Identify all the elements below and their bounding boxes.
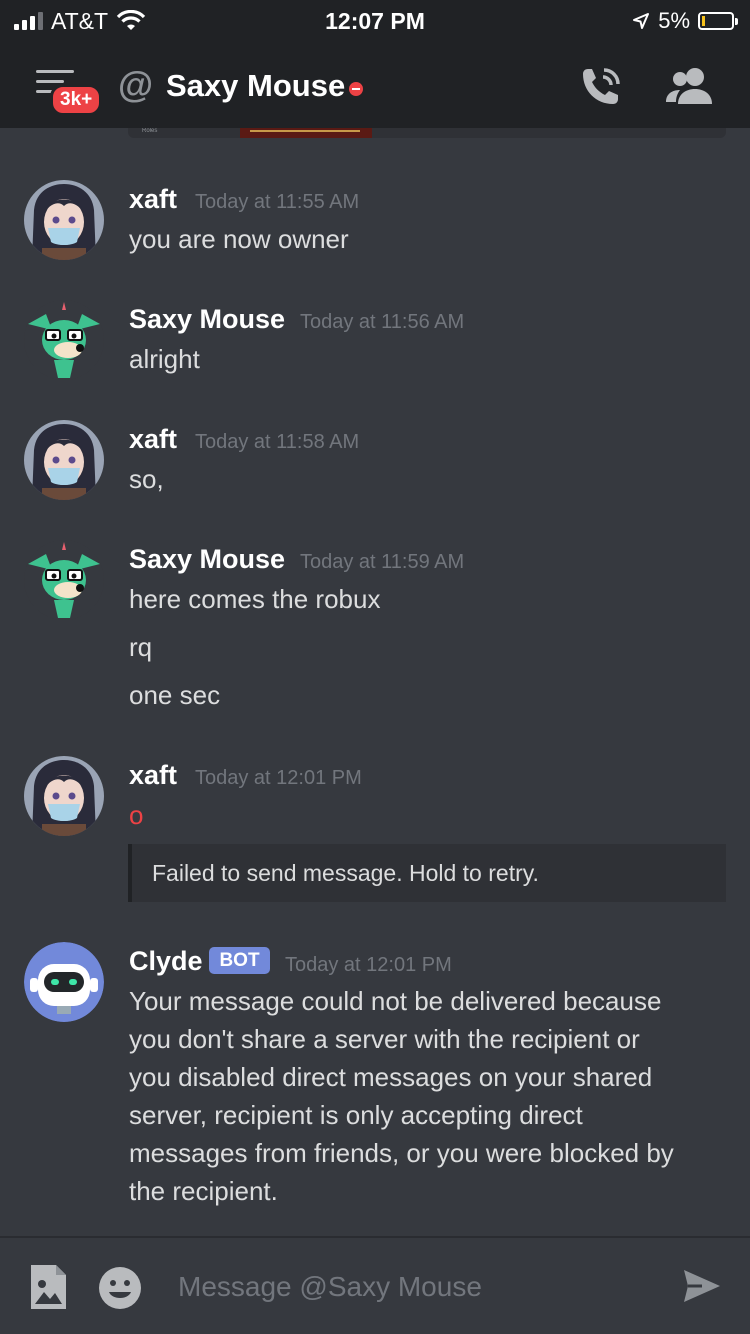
emoji-icon[interactable]	[98, 1266, 142, 1310]
dnd-status-icon	[349, 82, 363, 96]
message-timestamp: Today at 11:59 AM	[300, 551, 465, 573]
message-timestamp: Today at 11:58 AM	[195, 431, 360, 453]
message-text: so,	[129, 464, 164, 494]
message-author[interactable]: xaft	[129, 760, 177, 791]
message-timestamp: Today at 11:56 AM	[300, 311, 465, 333]
avatar-xaft[interactable]	[24, 756, 104, 836]
message-text: one sec	[129, 680, 221, 710]
failed-send-notice[interactable]: Failed to send message. Hold to retry.	[128, 844, 726, 902]
message-text: you disabled direct messages on your sha…	[129, 1062, 653, 1092]
send-icon[interactable]	[682, 1268, 722, 1304]
embed-image	[240, 128, 372, 138]
message-author[interactable]: Saxy Mouse	[129, 304, 285, 335]
notification-badge: 3k+	[50, 84, 103, 116]
saxy-mouse-avatar-image	[24, 540, 104, 620]
avatar-saxy-mouse[interactable]	[24, 300, 104, 380]
message-timestamp: Today at 12:01 PM	[195, 767, 362, 789]
message-author[interactable]: xaft	[129, 184, 177, 215]
message-author[interactable]: Clyde	[129, 946, 203, 977]
avatar-saxy-mouse[interactable]	[24, 540, 104, 620]
channel-header: 3k+ @ Saxy Mouse	[0, 42, 750, 128]
message-text: you don't share a server with the recipi…	[129, 1024, 640, 1054]
status-bar: AT&T 12:07 PM 5%	[0, 0, 750, 42]
avatar-xaft[interactable]	[24, 420, 104, 500]
image-upload-icon[interactable]	[28, 1264, 68, 1310]
saxy-mouse-avatar-image	[24, 300, 104, 380]
message-text: messages from friends, or you were block…	[129, 1138, 674, 1168]
message-text: rq	[129, 632, 153, 662]
message-text: Your message could not be delivered beca…	[129, 986, 662, 1016]
avatar-clyde[interactable]	[24, 942, 104, 1022]
message-composer	[0, 1236, 750, 1334]
message-text-failed[interactable]: o	[129, 796, 143, 834]
call-icon[interactable]	[578, 66, 624, 108]
message-author[interactable]: xaft	[129, 424, 177, 455]
xaft-avatar-image	[24, 420, 104, 500]
bot-tag: BOT	[209, 947, 270, 974]
message-input[interactable]	[178, 1262, 658, 1312]
message-text: the recipient.	[129, 1176, 278, 1206]
dm-title: Saxy Mouse	[166, 68, 346, 103]
members-icon[interactable]	[664, 66, 714, 106]
message-text: server, recipient is only accepting dire…	[129, 1100, 583, 1130]
location-arrow-icon	[633, 13, 650, 29]
message-author[interactable]: Saxy Mouse	[129, 544, 285, 575]
status-right: 5%	[632, 8, 738, 34]
message-text: alright	[129, 344, 200, 374]
battery-icon	[698, 12, 738, 30]
xaft-avatar-image	[24, 180, 104, 260]
message-timestamp: Today at 12:01 PM	[285, 954, 452, 976]
embed-preview: Roles	[128, 128, 726, 138]
failed-send-text: Failed to send message. Hold to retry.	[152, 860, 539, 886]
message-timestamp: Today at 11:55 AM	[195, 191, 360, 213]
at-icon: @	[118, 64, 154, 105]
avatar-xaft[interactable]	[24, 180, 104, 260]
embed-roles-label: Roles	[142, 128, 158, 134]
xaft-avatar-image	[24, 756, 104, 836]
clyde-bot-avatar-image	[24, 942, 104, 1022]
battery-percent: 5%	[658, 8, 690, 33]
message-text: you are now owner	[129, 224, 349, 254]
message-text: here comes the robux	[129, 584, 381, 614]
